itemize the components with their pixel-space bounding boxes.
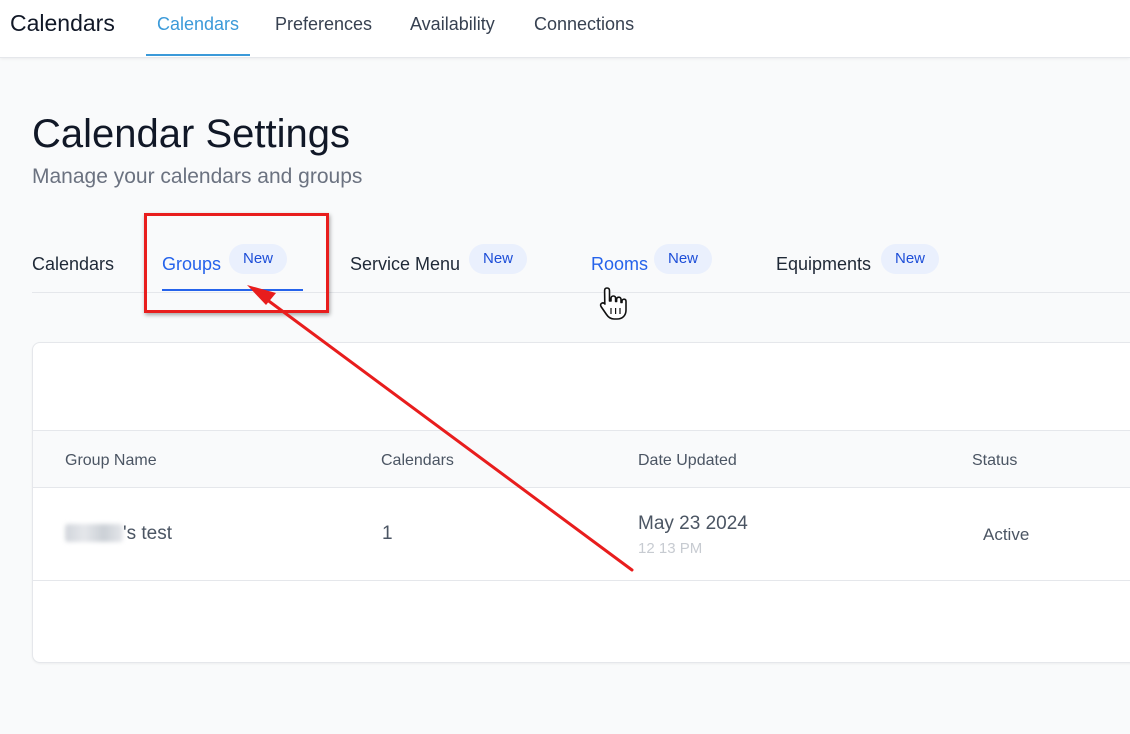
- service-menu-new-badge: New: [469, 244, 528, 274]
- time-updated-cell: 12 13 PM: [638, 540, 703, 557]
- app-title: Calendars: [10, 10, 115, 36]
- top-tab-availability[interactable]: Availability: [399, 14, 506, 56]
- group-name-cell[interactable]: 's test: [123, 523, 172, 545]
- calendars-count-cell: 1: [382, 523, 393, 544]
- subtab-equipments[interactable]: Equipments: [776, 254, 871, 275]
- table-header: Group Name Calendars Date Updated Status: [33, 430, 1130, 488]
- top-tab-preferences[interactable]: Preferences: [264, 14, 383, 56]
- subtab-service-menu[interactable]: Service Menu: [350, 254, 460, 275]
- rooms-new-badge: New: [654, 244, 713, 274]
- top-nav: Calendars Calendars Preferences Availabi…: [0, 0, 1130, 58]
- column-header-status[interactable]: Status: [972, 452, 1017, 470]
- annotation-highlight-box: [144, 213, 329, 313]
- hand-pointer-icon: [599, 287, 627, 320]
- table-row[interactable]: 's test 1 May 23 2024 12 13 PM Active: [33, 488, 1130, 581]
- equipments-new-badge: New: [881, 244, 940, 274]
- redacted-name: [65, 524, 123, 542]
- column-header-group-name[interactable]: Group Name: [65, 452, 157, 470]
- subtab-calendars[interactable]: Calendars: [32, 254, 114, 275]
- top-tab-connections[interactable]: Connections: [523, 14, 645, 56]
- page-subtitle: Manage your calendars and groups: [32, 165, 363, 188]
- page-title: Calendar Settings: [32, 112, 350, 156]
- status-cell: Active: [983, 525, 1030, 544]
- date-updated-cell: May 23 2024: [638, 513, 748, 534]
- top-tab-calendars[interactable]: Calendars: [146, 14, 251, 56]
- column-header-date-updated[interactable]: Date Updated: [638, 452, 737, 470]
- column-header-calendars[interactable]: Calendars: [381, 452, 454, 470]
- groups-table-card: Group Name Calendars Date Updated Status…: [32, 342, 1130, 663]
- subtab-rooms[interactable]: Rooms: [591, 254, 648, 275]
